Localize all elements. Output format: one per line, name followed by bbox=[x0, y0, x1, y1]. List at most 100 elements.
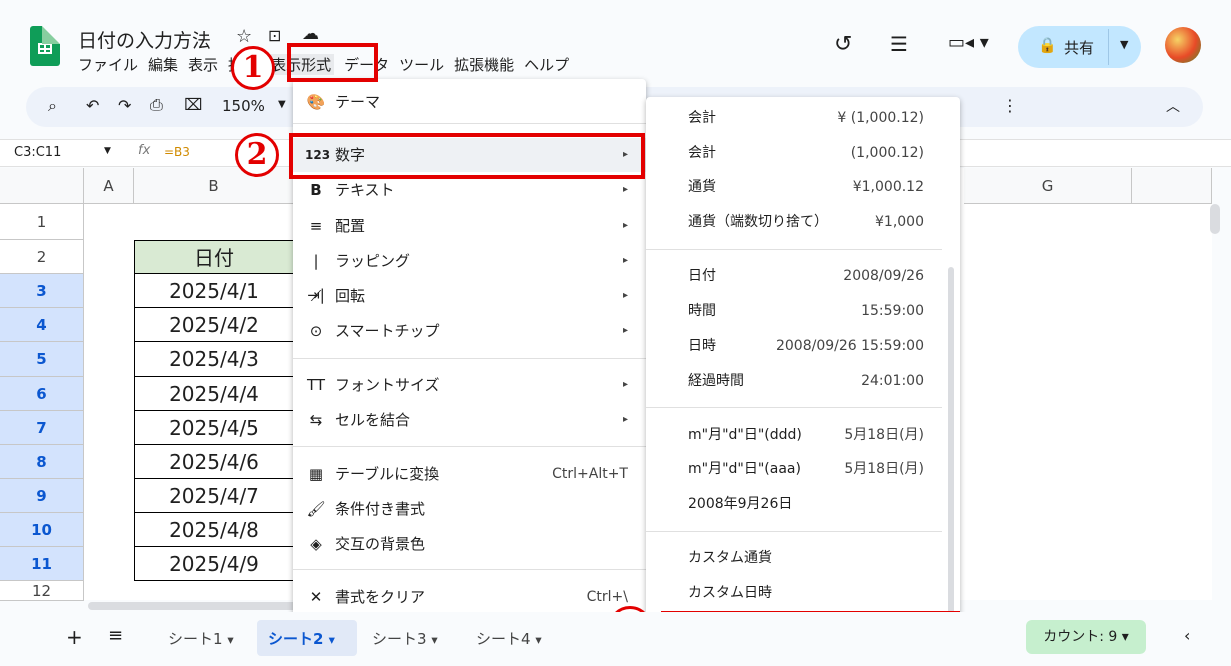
undo-icon[interactable]: ↶ bbox=[86, 96, 99, 115]
row-header[interactable]: 5 bbox=[0, 342, 84, 377]
menu-file[interactable]: ファイル bbox=[78, 54, 138, 75]
count-badge[interactable]: カウント: 9 ▾ bbox=[1026, 620, 1146, 654]
tab-sheet4-label: シート4 bbox=[476, 630, 531, 648]
zoom-select[interactable]: 150% bbox=[222, 97, 265, 115]
format-menu-item[interactable]: ⇆ セルを結合 ▸ bbox=[293, 403, 646, 437]
number-format-option[interactable]: 通貨（端数切り捨て） ¥1,000 bbox=[646, 205, 946, 239]
name-box-chevron-icon[interactable]: ▼ bbox=[104, 146, 111, 156]
all-sheets-icon[interactable]: ≡ bbox=[108, 625, 123, 646]
row-header[interactable]: 3 bbox=[0, 274, 84, 308]
number-format-label: 時間 bbox=[688, 303, 716, 319]
column-header-g[interactable]: G bbox=[964, 168, 1132, 204]
comments-icon[interactable]: ☰ bbox=[890, 32, 908, 56]
number-format-option[interactable]: 会計 (1,000.12) bbox=[646, 136, 946, 170]
format-menu-item[interactable]: 🖌 条件付き書式 bbox=[293, 492, 646, 526]
star-icon[interactable]: ☆ bbox=[236, 26, 252, 47]
number-format-option[interactable]: 経過時間 24:01:00 bbox=[646, 364, 946, 398]
date-cell[interactable]: 2025/4/3 bbox=[134, 342, 294, 377]
number-format-option[interactable]: m"月"d"日"(ddd) 5月18日(月) bbox=[646, 418, 946, 452]
date-header-cell[interactable]: 日付 bbox=[134, 240, 294, 274]
meet-icon[interactable]: ▭◂ ▾ bbox=[948, 32, 989, 53]
number-format-option[interactable]: カスタム日時 bbox=[646, 576, 946, 610]
date-cell[interactable]: 2025/4/2 bbox=[134, 308, 294, 342]
number-format-option[interactable]: カスタム通貨 bbox=[646, 541, 946, 575]
number-format-sample: 5月18日(月) bbox=[844, 461, 924, 477]
tab-sheet2-label: シート2 bbox=[268, 630, 324, 648]
menu-extensions[interactable]: 拡張機能 bbox=[454, 54, 514, 75]
document-title[interactable]: 日付の入力方法 bbox=[78, 26, 211, 53]
row-header[interactable]: 12 bbox=[0, 581, 84, 601]
format-menu-item[interactable]: ◈ 交互の背景色 bbox=[293, 527, 646, 561]
format-menu-item-label: スマートチップ bbox=[335, 322, 440, 340]
chevron-down-icon[interactable]: ▼ bbox=[1120, 38, 1128, 51]
date-cell[interactable]: 2025/4/6 bbox=[134, 445, 294, 479]
history-icon[interactable]: ↺ bbox=[834, 32, 852, 57]
date-cell[interactable]: 2025/4/4 bbox=[134, 377, 294, 411]
tab-sheet3[interactable]: シート3 ▾ bbox=[372, 628, 438, 649]
format-menu-item[interactable]: TT フォントサイズ ▸ bbox=[293, 368, 646, 402]
menu-edit[interactable]: 編集 bbox=[148, 54, 178, 75]
row-header[interactable]: 11 bbox=[0, 547, 84, 581]
row-header[interactable]: 1 bbox=[0, 204, 84, 240]
row-header[interactable]: 2 bbox=[0, 240, 84, 274]
cloud-status-icon[interactable]: ☁ bbox=[302, 24, 319, 44]
menu-help[interactable]: ヘルプ bbox=[524, 54, 569, 75]
row-header[interactable]: 6 bbox=[0, 377, 84, 411]
select-all-corner[interactable] bbox=[0, 168, 84, 204]
row-header[interactable]: 8 bbox=[0, 445, 84, 479]
format-menu-item[interactable]: ⟋ 回転 ▸ bbox=[293, 279, 646, 313]
submenu-arrow-icon: ▸ bbox=[622, 220, 628, 231]
date-cell[interactable]: 2025/4/1 bbox=[134, 274, 294, 308]
menu-tools[interactable]: ツール bbox=[399, 54, 444, 75]
date-cell[interactable]: 2025/4/9 bbox=[134, 547, 294, 581]
format-menu-item[interactable]: ✕ 書式をクリア Ctrl+\ bbox=[293, 580, 646, 614]
name-box[interactable]: C3:C11 bbox=[14, 145, 61, 160]
submenu-scrollbar[interactable] bbox=[948, 267, 954, 647]
date-cell[interactable]: 2025/4/8 bbox=[134, 513, 294, 547]
row-header[interactable]: 9 bbox=[0, 479, 84, 513]
highlight-number-item bbox=[289, 133, 645, 179]
row-header[interactable]: 4 bbox=[0, 308, 84, 342]
number-format-option[interactable]: 通貨 ¥1,000.12 bbox=[646, 170, 946, 204]
avatar[interactable] bbox=[1165, 27, 1201, 63]
date-cell[interactable]: 2025/4/7 bbox=[134, 479, 294, 513]
number-format-option[interactable]: 日付 2008/09/26 bbox=[646, 259, 946, 293]
format-menu-item[interactable]: 🎨 テーマ bbox=[293, 85, 646, 119]
horizontal-scrollbar[interactable] bbox=[88, 602, 298, 610]
number-format-label: 会計 bbox=[688, 145, 716, 161]
vertical-scrollbar[interactable] bbox=[1210, 204, 1220, 234]
format-menu-item[interactable]: ▦ テーブルに変換 Ctrl+Alt+T bbox=[293, 457, 646, 491]
formula-input[interactable]: =B3 bbox=[164, 145, 190, 159]
print-icon[interactable]: ⎙ bbox=[150, 95, 163, 115]
explore-collapse-icon[interactable]: ‹ bbox=[1184, 626, 1190, 645]
search-icon[interactable]: ⌕ bbox=[48, 96, 57, 116]
tab-sheet4[interactable]: シート4 ▾ bbox=[476, 628, 542, 649]
redo-icon[interactable]: ↷ bbox=[118, 96, 131, 115]
tab-sheet1[interactable]: シート1 ▾ bbox=[168, 628, 234, 649]
paint-format-icon[interactable]: ⌧ bbox=[184, 95, 202, 114]
row-header[interactable]: 10 bbox=[0, 513, 84, 547]
number-format-option[interactable]: m"月"d"日"(aaa) 5月18日(月) bbox=[646, 452, 946, 486]
share-button[interactable]: 🔒 共有 ▼ bbox=[1018, 26, 1141, 68]
format-menu-item[interactable]: ⊙ スマートチップ ▸ bbox=[293, 314, 646, 348]
move-icon[interactable]: ⊡ bbox=[268, 26, 281, 45]
add-sheet-icon[interactable]: + bbox=[66, 625, 83, 649]
number-format-option[interactable]: 時間 15:59:00 bbox=[646, 294, 946, 328]
column-header-b[interactable]: B bbox=[134, 168, 294, 204]
zoom-chevron-icon[interactable]: ▼ bbox=[278, 99, 286, 110]
format-menu-item[interactable]: |⇥| ラッピング ▸ bbox=[293, 244, 646, 304]
date-cell[interactable]: 2025/4/5 bbox=[134, 411, 294, 445]
number-format-option[interactable]: 会計 ¥ (1,000.12) bbox=[646, 101, 946, 135]
menu-view[interactable]: 表示 bbox=[188, 54, 218, 75]
number-format-option[interactable]: 2008年9月26日 bbox=[646, 487, 946, 521]
format-menu-item[interactable]: ≡ 配置 ▸ bbox=[293, 209, 646, 243]
tab-sheet2[interactable]: シート2 ▾ bbox=[268, 628, 335, 649]
column-header-h[interactable] bbox=[1132, 168, 1212, 204]
sheets-logo-icon[interactable] bbox=[30, 26, 60, 66]
number-format-option[interactable]: 日時 2008/09/26 15:59:00 bbox=[646, 329, 946, 363]
submenu-divider bbox=[646, 531, 942, 532]
column-header-a[interactable]: A bbox=[84, 168, 134, 204]
row-header[interactable]: 7 bbox=[0, 411, 84, 445]
collapse-icon[interactable]: ︿ bbox=[1166, 96, 1180, 116]
more-icon[interactable]: ⋮ bbox=[1002, 96, 1018, 115]
